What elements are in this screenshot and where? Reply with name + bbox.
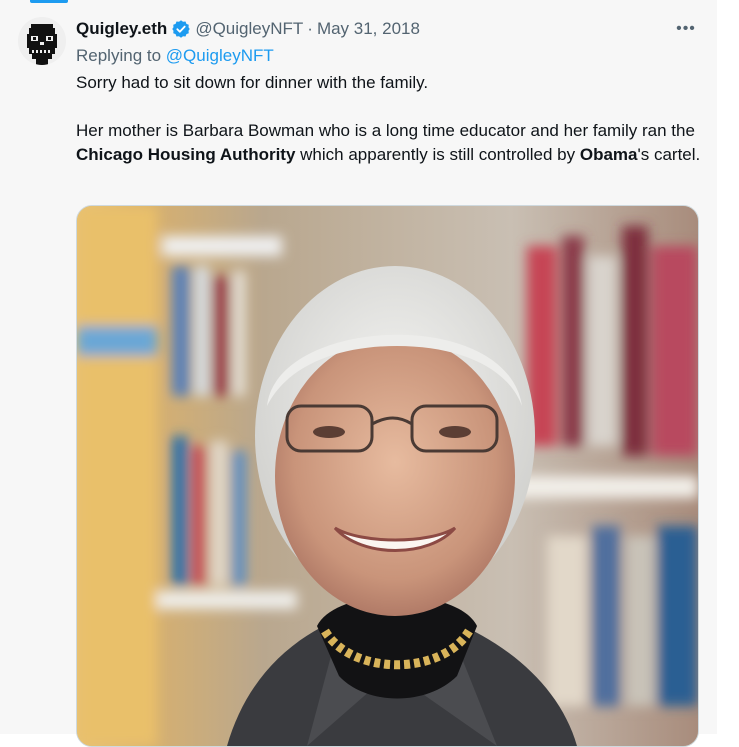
more-icon: ••• bbox=[676, 20, 696, 37]
tweet-date[interactable]: May 31, 2018 bbox=[317, 18, 420, 40]
page-gutter bbox=[717, 0, 739, 734]
tweet-paragraph-1: Sorry had to sit down for dinner with th… bbox=[76, 73, 429, 92]
tweet-text: Sorry had to sit down for dinner with th… bbox=[76, 71, 706, 167]
replying-prefix: Replying to bbox=[76, 46, 162, 65]
author-name[interactable]: Quigley.eth bbox=[76, 18, 167, 40]
bold-chicago-housing-authority: Chicago Housing Authority bbox=[76, 145, 296, 164]
bold-obama: Obama bbox=[579, 145, 638, 164]
verified-badge-icon bbox=[171, 19, 191, 39]
tweet-header: Quigley.eth @QuigleyNFT · May 31, 2018 bbox=[76, 18, 420, 40]
text-segment: Her mother is Barbara Bowman who is a lo… bbox=[76, 121, 695, 140]
tweet-paragraph-2: Her mother is Barbara Bowman who is a lo… bbox=[76, 119, 706, 167]
tweet-photo[interactable] bbox=[76, 205, 699, 747]
avatar[interactable] bbox=[18, 17, 66, 65]
photo-elderly-woman-library bbox=[77, 206, 698, 746]
tweet-card[interactable]: Quigley.eth @QuigleyNFT · May 31, 2018 •… bbox=[0, 0, 717, 747]
replying-to-link[interactable]: @QuigleyNFT bbox=[166, 46, 274, 65]
pixel-skull-avatar-icon bbox=[18, 17, 66, 65]
replying-to: Replying to @QuigleyNFT bbox=[76, 45, 274, 67]
top-indicator bbox=[30, 0, 68, 3]
more-options-button[interactable]: ••• bbox=[673, 16, 699, 42]
text-segment: which apparently is still controlled by bbox=[295, 145, 580, 164]
author-handle[interactable]: @QuigleyNFT bbox=[195, 18, 303, 40]
separator-dot: · bbox=[307, 19, 313, 38]
text-segment: 's cartel. bbox=[637, 145, 701, 164]
